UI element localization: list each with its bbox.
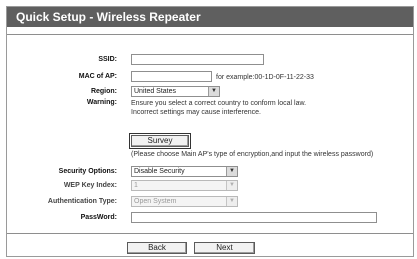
page-title: Quick Setup - Wireless Repeater (16, 10, 201, 24)
auth-type-value: Open System (134, 198, 177, 205)
security-options-select[interactable]: Disable Security ▼ (131, 166, 238, 177)
password-label: PassWord: (80, 214, 117, 221)
ssid-input[interactable] (131, 54, 264, 65)
warning-line-2: Incorrect settings may cause interferenc… (131, 109, 261, 116)
region-select[interactable]: United States ▼ (131, 86, 220, 97)
auth-type-label: Authentication Type: (47, 198, 117, 205)
ssid-label: SSID: (98, 56, 117, 63)
mac-label: MAC of AP: (78, 73, 117, 80)
survey-button[interactable]: Survey (129, 133, 191, 149)
back-button[interactable]: Back (127, 242, 187, 254)
wizard-panel: Quick Setup - Wireless Repeater SSID: MA… (6, 6, 414, 257)
auth-type-select[interactable]: Open System ▼ (131, 196, 238, 207)
password-input[interactable] (131, 212, 377, 223)
top-divider (7, 34, 413, 35)
wep-key-index-label: WEP Key Index: (63, 182, 117, 189)
region-label: Region: (90, 88, 117, 95)
title-bar: Quick Setup - Wireless Repeater (7, 7, 413, 27)
survey-note: (Please choose Main AP's type of encrypt… (131, 151, 374, 158)
bottom-divider (7, 233, 413, 234)
dropdown-arrow-icon: ▼ (226, 181, 237, 190)
warning-label: Warning: (86, 99, 117, 106)
wep-key-index-value: 1 (134, 182, 138, 189)
dropdown-arrow-icon: ▼ (208, 87, 219, 96)
security-options-label: Security Options: (58, 168, 117, 175)
mac-input[interactable] (131, 71, 212, 82)
dropdown-arrow-icon: ▼ (226, 197, 237, 206)
next-button[interactable]: Next (194, 242, 255, 254)
warning-line-1: Ensure you select a correct country to c… (131, 100, 307, 107)
mac-hint: for example:00-1D-0F-11-22-33 (216, 74, 314, 81)
dropdown-arrow-icon: ▼ (226, 167, 237, 176)
security-options-value: Disable Security (134, 168, 185, 175)
region-value: United States (134, 88, 177, 95)
wep-key-index-select[interactable]: 1 ▼ (131, 180, 238, 191)
